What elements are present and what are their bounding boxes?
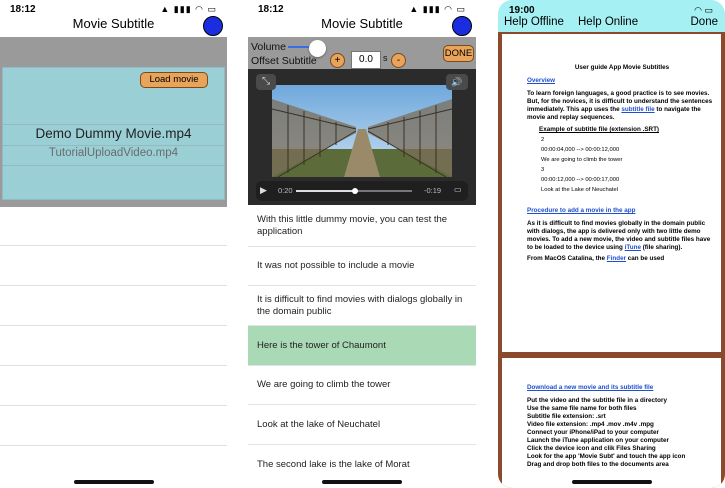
subtitle-row[interactable]: With this little dummy movie, you can te… (248, 205, 476, 247)
offset-input[interactable]: 0.0 (351, 51, 381, 69)
video-player[interactable]: ⤡ 🔊 ▶ 0:20 -0:19 ▭ (248, 69, 476, 205)
srt-line: 3 (541, 167, 545, 173)
airplay-icon[interactable]: ▭ (454, 185, 462, 194)
status-bar: 18:12 ▲ ▮▮▮ ◠ ▭ (0, 3, 227, 17)
srt-line: We are going to climb the tower (541, 157, 623, 163)
srt-line: 00:00:04,000 --> 00:00:12,000 (541, 147, 620, 153)
document-content: User guide App Movie Subtitles Overview … (527, 64, 717, 263)
subtitle-text: Here is the tower of Chaumont (257, 339, 386, 351)
status-bar: 18:12 ▲ ▮▮▮ ◠ ▭ (248, 3, 476, 17)
offset-minus-button[interactable]: - (391, 53, 406, 68)
list-separator (0, 325, 227, 326)
fullscreen-icon[interactable]: ⤡ (256, 74, 276, 90)
list-separator (0, 445, 227, 446)
status-icons: ◠ ▭ (694, 5, 713, 15)
step-line: Subtitle file extension: .srt (527, 413, 606, 420)
help-screen: 19:00 ◠ ▭ Help Offline Help Online Done … (498, 0, 725, 488)
subtitle-row[interactable]: It was not possible to include a movie (248, 247, 476, 286)
subtitle-file-link[interactable]: subtitle file (621, 106, 654, 113)
help-header: 19:00 ◠ ▭ Help Offline Help Online Done (498, 0, 725, 32)
overview-paragraph: To learn foreign languages, a good pract… (527, 90, 713, 121)
list-separator (0, 285, 227, 286)
list-separator (0, 405, 227, 406)
panel-separator (0, 124, 227, 125)
home-indicator[interactable] (73, 480, 154, 484)
volume-icon[interactable]: 🔊 (446, 74, 468, 90)
nav-title: Movie Subtitle (321, 16, 403, 31)
step-line: Look for the app 'Movie Subt' and touch … (527, 453, 686, 460)
movie-item[interactable]: TutorialUploadVideo.mp4 (0, 147, 227, 159)
step-line: Connect your iPhone/iPad to your compute… (527, 429, 659, 436)
player-screen: 18:12 ▲ ▮▮▮ ◠ ▭ Movie Subtitle Volume Of… (248, 0, 476, 488)
done-button[interactable]: Done (691, 16, 719, 28)
list-separator (0, 365, 227, 366)
subtitle-row[interactable]: Look at the lake of Neuchatel (248, 405, 476, 445)
volume-label: Volume (251, 41, 287, 53)
status-time: 18:12 (10, 4, 36, 15)
procedure-paragraph: As it is difficult to find movies global… (527, 220, 711, 251)
offset-label: Offset Subtitle (251, 55, 317, 67)
panel-separator (0, 145, 227, 146)
offset-plus-button[interactable]: + (330, 53, 345, 68)
subtitle-text: It is difficult to find movies with dial… (257, 293, 463, 317)
subtitle-row-highlighted[interactable]: Here is the tower of Chaumont (248, 326, 476, 366)
srt-line: Look at the Lake of Neuchatel (541, 187, 619, 193)
seconds-unit: s (383, 53, 388, 63)
nav-title: Movie Subtitle (72, 16, 155, 31)
help-online-button[interactable]: Help Online (578, 16, 638, 28)
time-remaining: -0:19 (424, 186, 442, 195)
subtitle-row[interactable]: It is difficult to find movies with dial… (248, 286, 476, 326)
subtitle-text: The second lake is the lake of Morat (257, 459, 410, 470)
step-line: Use the same file name for both files (527, 405, 637, 412)
nav-circle-button[interactable] (203, 16, 223, 36)
done-button[interactable]: DONE (443, 45, 474, 62)
srt-line: 00:00:12,000 --> 00:00:17,000 (541, 177, 620, 183)
play-icon[interactable]: ▶ (260, 185, 267, 196)
panel-separator (0, 165, 227, 166)
progress-track[interactable] (296, 188, 412, 194)
time-elapsed: 0:20 (278, 186, 293, 195)
example-heading: Example of subtitle file (extension .SRT… (539, 126, 660, 133)
status-icons: ▲ ▮▮▮ ◠ ▭ (409, 4, 466, 14)
itune-link[interactable]: iTune (625, 244, 641, 251)
macos-paragraph: From MacOS Catalina, the Finder can be u… (527, 255, 665, 262)
subtitle-text: We are going to climb the tower (257, 379, 391, 390)
step-line: Launch the iTune application on your com… (527, 437, 669, 444)
status-icons: ▲ ▮▮▮ ◠ ▭ (160, 4, 217, 14)
movie-item[interactable]: Demo Dummy Movie.mp4 (0, 126, 227, 141)
step-line: Video file extension: .mp4 .mov .m4v .mp… (527, 421, 654, 428)
finder-link[interactable]: Finder (607, 255, 626, 262)
overview-heading[interactable]: Overview (527, 77, 717, 85)
home-indicator[interactable] (322, 480, 402, 484)
step-line: Click the device icon and clik Files Sha… (527, 445, 656, 452)
video-frame (256, 85, 468, 201)
srt-example: 2 00:00:04,000 --> 00:00:12,000 We are g… (527, 135, 717, 195)
load-movie-button[interactable]: Load movie (140, 72, 208, 88)
home-indicator[interactable] (571, 480, 652, 484)
download-steps: Put the video and the subtitle file in a… (527, 397, 717, 469)
download-heading[interactable]: Download a new movie and its subtitle fi… (527, 384, 717, 392)
srt-line: 2 (541, 137, 545, 143)
step-line: Put the video and the subtitle file in a… (527, 397, 667, 404)
doc-title: User guide App Movie Subtitles (574, 64, 670, 71)
subtitle-row[interactable]: We are going to climb the tower (248, 366, 476, 405)
help-offline-button[interactable]: Help Offline (504, 16, 564, 28)
movie-list-screen: 18:12 ▲ ▮▮▮ ◠ ▭ Movie Subtitle Load movi… (0, 0, 227, 488)
status-time: 19:00 (509, 5, 535, 16)
status-time: 18:12 (258, 4, 284, 15)
subtitle-row[interactable]: The second lake is the lake of Morat (248, 445, 476, 485)
nav-circle-button[interactable] (452, 16, 472, 36)
subtitle-text: It was not possible to include a movie (257, 260, 415, 271)
subtitle-text: Look at the lake of Neuchatel (257, 418, 381, 430)
progress-fill (296, 190, 356, 192)
procedure-heading[interactable]: Procedure to add a movie in the app (527, 207, 717, 215)
subtitle-text: With this little dummy movie, you can te… (257, 213, 448, 237)
download-section: Download a new movie and its subtitle fi… (527, 384, 717, 469)
step-line: Drag and drop both files to the document… (527, 461, 669, 468)
list-separator (0, 245, 227, 246)
